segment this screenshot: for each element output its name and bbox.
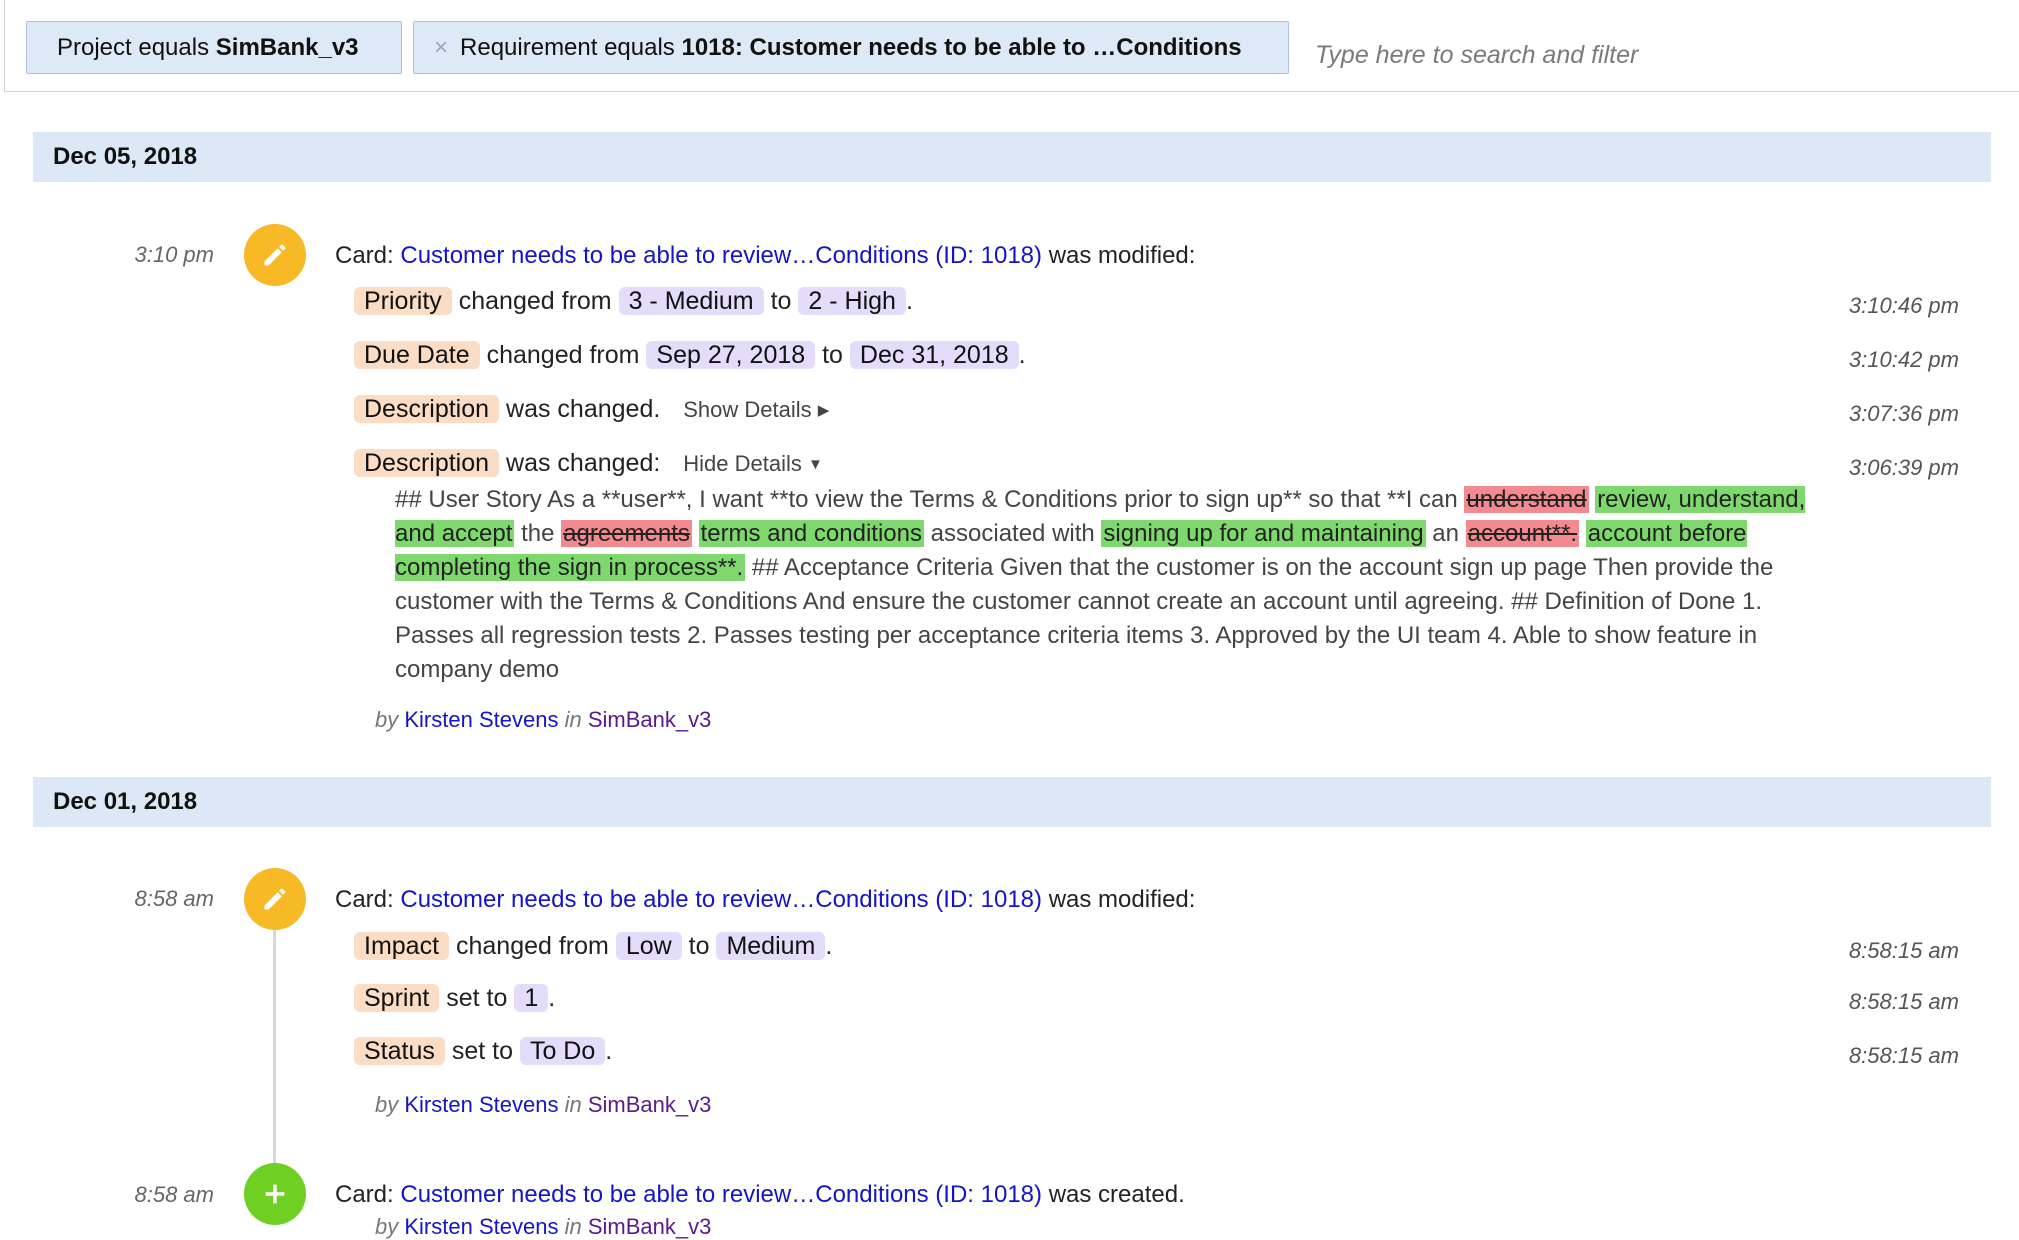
- byline: by Kirsten Stevens in SimBank_v3: [375, 1214, 712, 1239]
- unchanged-text: [1579, 520, 1586, 547]
- search-filter-input[interactable]: [1313, 30, 1937, 80]
- change-text: changed from: [486, 341, 640, 369]
- change-text: to: [822, 341, 843, 369]
- entry-time: 8:58 am: [134, 886, 215, 911]
- change-row: Status set to To Do.: [354, 1034, 612, 1068]
- deleted-text: understand: [1464, 486, 1589, 513]
- field-tag: Due Date: [354, 341, 480, 369]
- card-summary: Card: Customer needs to be able to revie…: [335, 242, 1195, 270]
- caret-right-icon: ▶: [817, 402, 830, 419]
- new-value: 1: [514, 984, 549, 1012]
- unchanged-text: an: [1425, 520, 1466, 547]
- change-end: .: [605, 1037, 613, 1065]
- date-header: Dec 01, 2018: [33, 777, 1991, 827]
- field-tag: Description: [354, 395, 500, 423]
- remove-filter-icon[interactable]: ×: [434, 34, 448, 61]
- field-tag: Status: [354, 1037, 445, 1065]
- author-link[interactable]: Kirsten Stevens: [404, 707, 558, 732]
- unchanged-text: the: [514, 520, 562, 547]
- change-row: Impact changed from Low to Medium.: [354, 929, 832, 963]
- change-text: was changed:: [506, 449, 661, 477]
- caret-down-icon: ▼: [807, 456, 823, 473]
- inserted-text: signing up for and maintaining: [1101, 520, 1426, 547]
- card-summary: Card: Customer needs to be able to revie…: [335, 886, 1195, 914]
- card-link[interactable]: Customer needs to be able to review…Cond…: [400, 242, 1042, 269]
- new-value: Dec 31, 2018: [849, 341, 1019, 369]
- old-value: 3 - Medium: [618, 287, 764, 315]
- change-text: set to: [446, 984, 508, 1012]
- unchanged-text: [692, 520, 699, 547]
- filter-chip-value: SimBank_v3: [215, 34, 359, 61]
- filter-chip-value: 1018: Customer needs to be able to …Cond…: [681, 34, 1242, 61]
- hide-details-toggle[interactable]: Hide Details ▼: [683, 451, 823, 476]
- filter-bar: Project equals SimBank_v3 × Requirement e…: [4, 0, 2019, 92]
- card-link[interactable]: Customer needs to be able to review…Cond…: [400, 886, 1042, 913]
- field-tag: Sprint: [354, 984, 440, 1012]
- filter-chip-prefix: Project equals: [57, 34, 216, 61]
- change-time: 8:58:15 am: [1848, 989, 1959, 1014]
- inserted-text: terms and conditions: [698, 520, 924, 547]
- pencil-icon: [244, 868, 306, 930]
- card-action: was created.: [1048, 1181, 1185, 1208]
- byline: by Kirsten Stevens in SimBank_v3: [375, 707, 712, 732]
- change-time: 3:06:39 pm: [1848, 455, 1959, 480]
- project-link[interactable]: SimBank_v3: [588, 1092, 712, 1117]
- plus-icon: [244, 1163, 306, 1225]
- change-text: set to: [451, 1037, 513, 1065]
- change-row: Sprint set to 1.: [354, 981, 555, 1015]
- unchanged-text: associated with: [924, 520, 1102, 547]
- change-row: Priority changed from 3 - Medium to 2 - …: [354, 284, 913, 318]
- entry-time: 8:58 am: [134, 1182, 215, 1207]
- change-end: .: [548, 984, 556, 1012]
- description-diff: ## User Story As a **user**, I want **to…: [395, 483, 1815, 687]
- change-time: 8:58:15 am: [1848, 938, 1959, 963]
- change-text: was changed.: [506, 395, 661, 423]
- entry-time: 3:10 pm: [134, 242, 215, 267]
- card-action: was modified:: [1048, 242, 1196, 269]
- change-end: .: [905, 287, 913, 315]
- change-time: 3:07:36 pm: [1848, 401, 1959, 426]
- byline: by Kirsten Stevens in SimBank_v3: [375, 1092, 712, 1117]
- change-time: 3:10:42 pm: [1848, 347, 1959, 372]
- new-value: To Do: [519, 1037, 606, 1065]
- change-end: .: [1018, 341, 1026, 369]
- change-text: to: [688, 932, 710, 960]
- deleted-text: account**.: [1465, 520, 1580, 547]
- card-summary: Card: Customer needs to be able to revie…: [335, 1181, 1185, 1209]
- change-text: changed from: [458, 287, 612, 315]
- change-end: .: [825, 932, 833, 960]
- new-value: 2 - High: [798, 287, 906, 315]
- pencil-icon: [244, 224, 306, 286]
- change-time: 3:10:46 pm: [1848, 293, 1959, 318]
- author-link[interactable]: Kirsten Stevens: [404, 1214, 558, 1239]
- change-text: changed from: [455, 932, 609, 960]
- date-header: Dec 05, 2018: [33, 132, 1991, 182]
- unchanged-text: ## User Story As a **user**, I want **to…: [395, 486, 1465, 513]
- new-value: Medium: [716, 932, 826, 960]
- timeline-line: [273, 900, 276, 1200]
- card-action: was modified:: [1048, 886, 1196, 913]
- card-prefix: Card:: [335, 886, 394, 913]
- filter-chip-project[interactable]: Project equals SimBank_v3: [26, 21, 402, 74]
- card-link[interactable]: Customer needs to be able to review…Cond…: [400, 1181, 1042, 1208]
- project-link[interactable]: SimBank_v3: [588, 707, 712, 732]
- filter-chip-requirement[interactable]: × Requirement equals 1018: Customer needs…: [413, 21, 1289, 74]
- deleted-text: agreements: [561, 520, 692, 547]
- change-row: Due Date changed from Sep 27, 2018 to De…: [354, 338, 1026, 372]
- old-value: Low: [615, 932, 682, 960]
- filter-chip-prefix: Requirement equals: [460, 34, 682, 61]
- change-text: to: [770, 287, 792, 315]
- field-tag: Description: [354, 449, 500, 477]
- card-prefix: Card:: [335, 1181, 394, 1208]
- project-link[interactable]: SimBank_v3: [588, 1214, 712, 1239]
- show-details-toggle[interactable]: Show Details ▶: [683, 397, 829, 422]
- old-value: Sep 27, 2018: [646, 341, 816, 369]
- field-tag: Impact: [354, 932, 450, 960]
- author-link[interactable]: Kirsten Stevens: [404, 1092, 558, 1117]
- change-time: 8:58:15 am: [1848, 1043, 1959, 1068]
- change-row: Description was changed: Hide Details ▼: [354, 446, 823, 482]
- change-row: Description was changed. Show Details ▶: [354, 392, 829, 428]
- card-prefix: Card:: [335, 242, 394, 269]
- field-tag: Priority: [354, 287, 452, 315]
